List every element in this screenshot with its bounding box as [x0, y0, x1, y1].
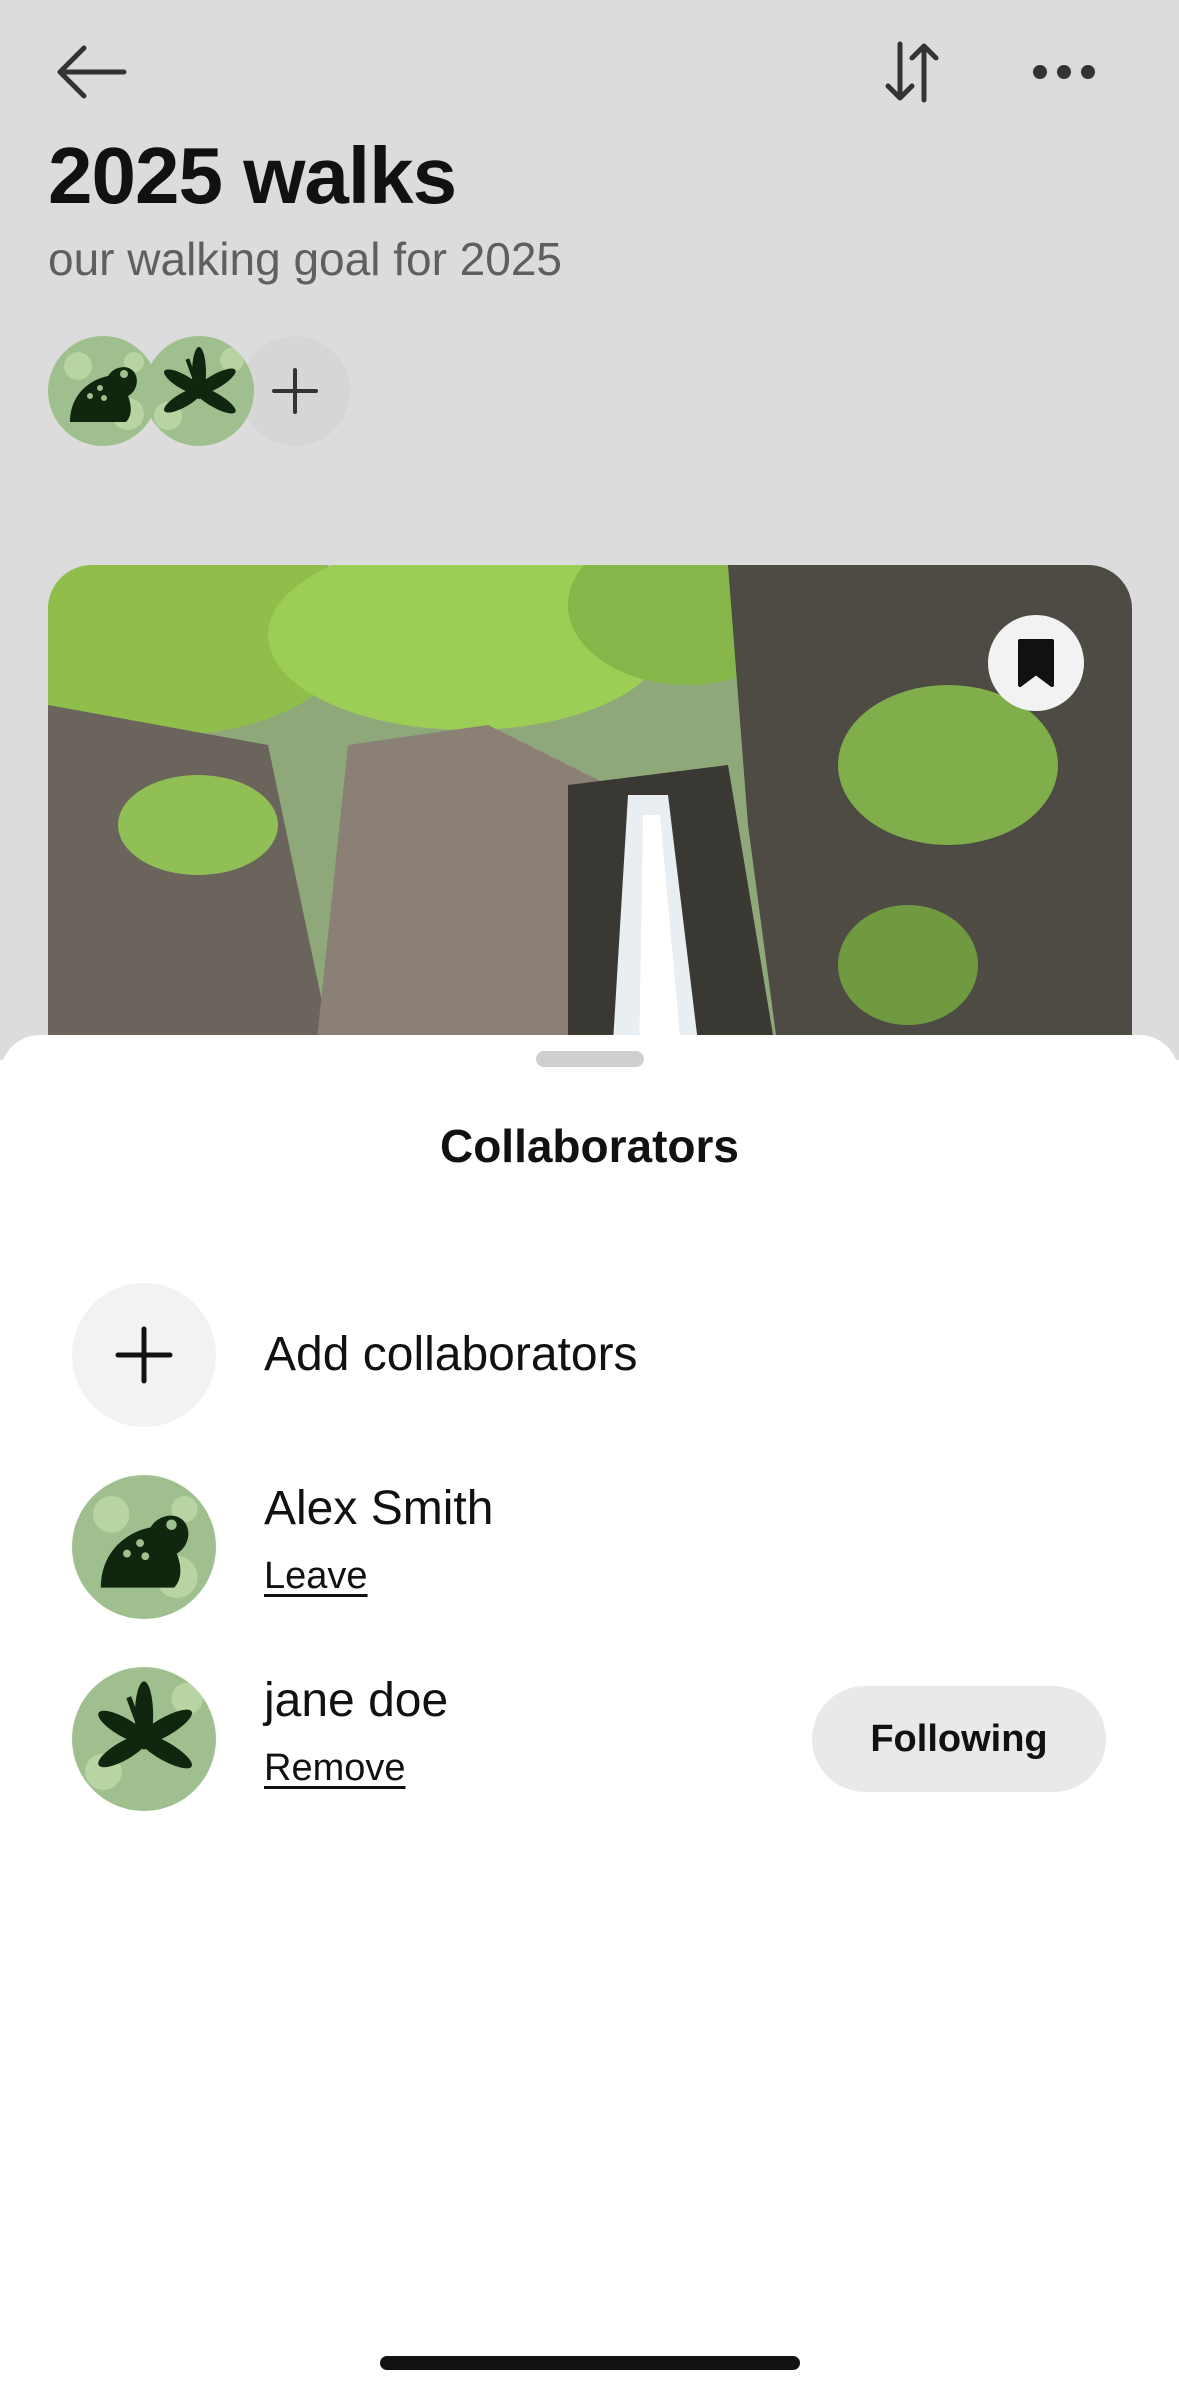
avatar[interactable]: [72, 1475, 216, 1619]
arrow-left-icon: [57, 45, 127, 99]
save-pin-button[interactable]: [988, 615, 1084, 711]
collaborator-row: jane doe Remove: [72, 1667, 772, 1811]
frog-icon: [64, 352, 144, 430]
ellipsis-icon: [1033, 65, 1095, 79]
back-button[interactable]: [40, 20, 144, 124]
home-indicator[interactable]: [380, 2356, 800, 2370]
add-collaborators-row[interactable]: Add collaborators: [72, 1283, 1072, 1427]
sort-button[interactable]: [860, 20, 964, 124]
sort-arrows-icon: [885, 41, 939, 103]
following-button[interactable]: Following: [812, 1686, 1106, 1792]
collaborator-name: jane doe: [264, 1674, 449, 1727]
remove-link[interactable]: Remove: [264, 1747, 406, 1790]
frog-icon: [92, 1495, 198, 1599]
leaf-icon: [154, 347, 244, 430]
leaf-icon: [85, 1681, 203, 1791]
sheet-drag-handle[interactable]: [536, 1051, 644, 1067]
collaborator-row: Alex Smith Leave: [72, 1475, 772, 1619]
add-collaborators-label[interactable]: Add collaborators: [264, 1327, 638, 1382]
board-title: 2025 walks: [48, 131, 457, 220]
board-description: our walking goal for 2025: [48, 233, 562, 285]
sheet-title: Collaborators: [439, 1120, 740, 1172]
collaborator-avatars[interactable]: [48, 336, 368, 446]
plus-icon: [272, 368, 318, 414]
plus-icon: [115, 1326, 173, 1384]
bookmark-icon: [1018, 639, 1054, 687]
leave-link[interactable]: Leave: [264, 1555, 368, 1598]
avatar[interactable]: [72, 1667, 216, 1811]
avatar[interactable]: [48, 336, 158, 446]
avatar[interactable]: [144, 336, 254, 446]
collaborator-name: Alex Smith: [264, 1482, 494, 1535]
add-collaborators-button[interactable]: [72, 1283, 216, 1427]
more-options-button[interactable]: [1012, 20, 1116, 124]
add-collaborator-avatar-button[interactable]: [240, 336, 350, 446]
